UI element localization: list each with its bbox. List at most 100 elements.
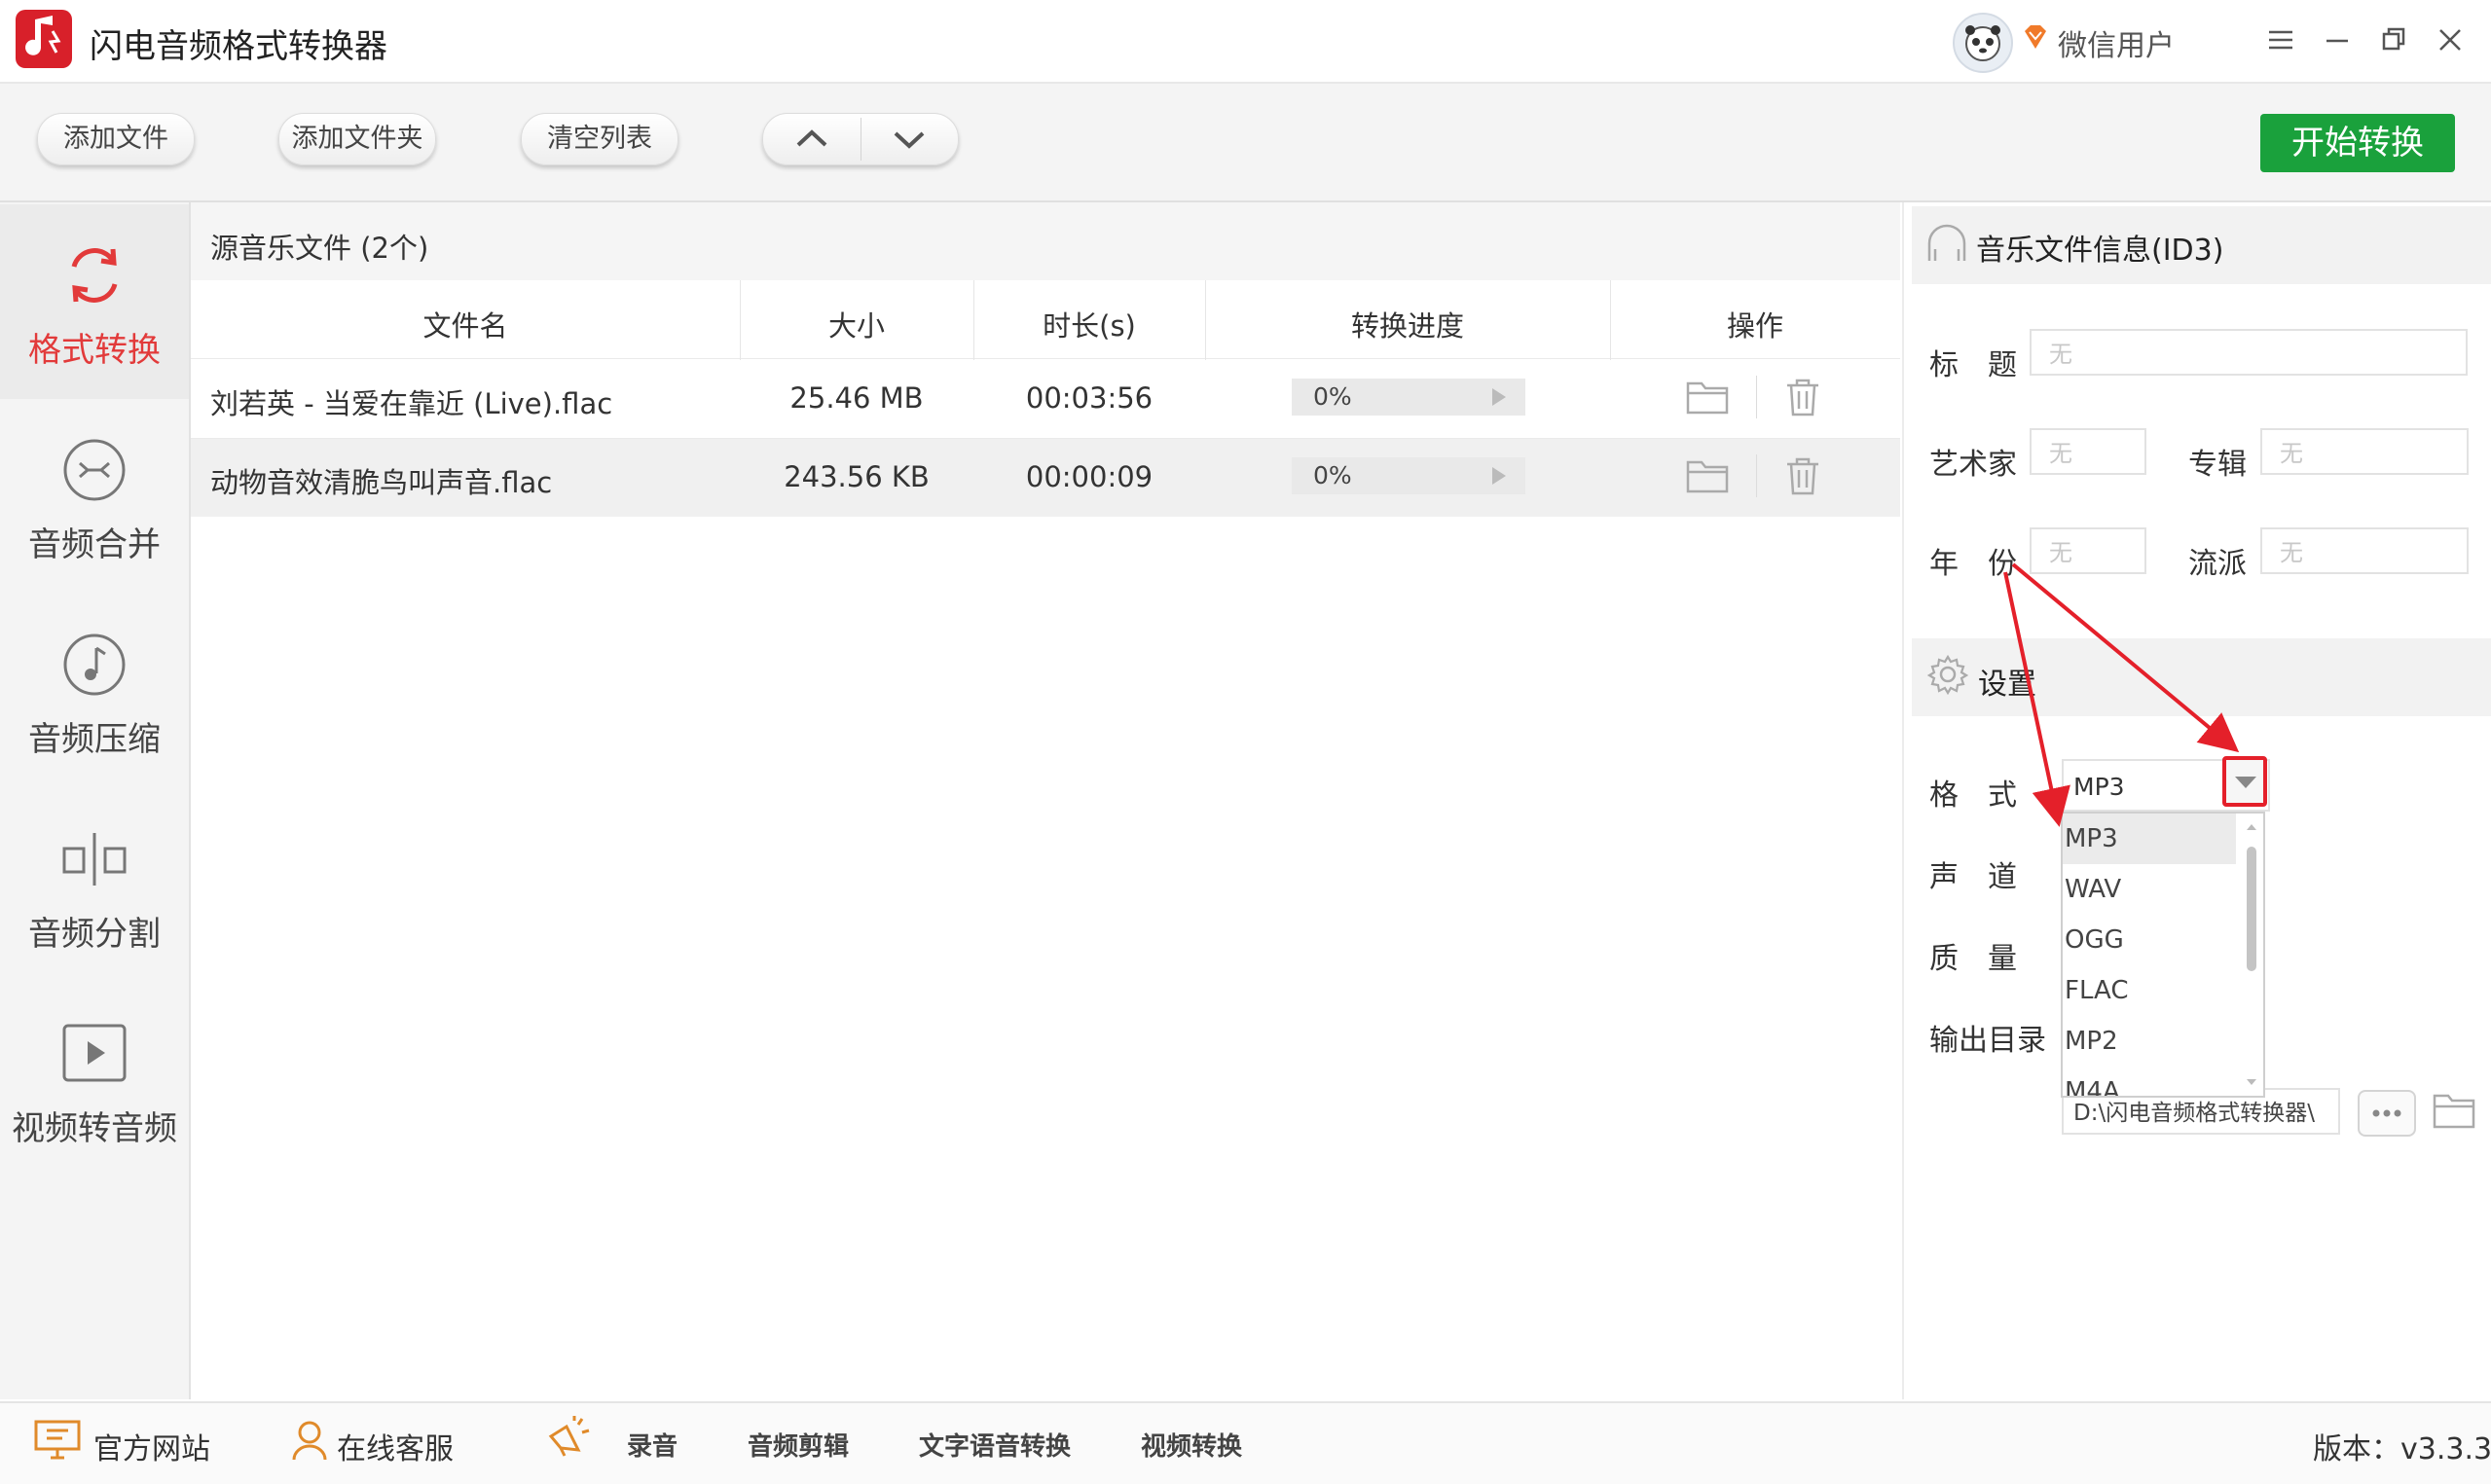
settings-title: 设置 [1978, 668, 2036, 702]
play-icon [62, 1024, 127, 1082]
open-folder-icon[interactable] [1684, 454, 1731, 497]
year-label: 年 份 [1929, 547, 2017, 581]
app-logo-icon [16, 10, 72, 68]
app-title: 闪电音频格式转换器 [90, 27, 387, 66]
column-header-duration[interactable]: 时长(s) [973, 304, 1205, 344]
open-output-folder-icon[interactable] [2431, 1088, 2477, 1133]
format-option[interactable]: MP3 [2063, 814, 2236, 864]
sidebar-item-audio-split[interactable]: 音频分割 [0, 788, 189, 983]
progress-bar: 0% [1292, 457, 1525, 494]
video-convert-link[interactable]: 视频转换 [1141, 1427, 1242, 1463]
tts-link[interactable]: 文字语音转换 [919, 1427, 1071, 1463]
action-divider [1756, 376, 1757, 418]
format-label: 格 式 [1929, 778, 2017, 813]
music-note-icon [63, 633, 126, 696]
id3-title: 音乐文件信息(ID3) [1976, 234, 2224, 268]
open-folder-icon[interactable] [1684, 376, 1731, 418]
file-size: 25.46 MB [789, 381, 924, 415]
column-header-progress[interactable]: 转换进度 [1205, 304, 1610, 344]
minimize-icon[interactable] [2315, 18, 2360, 62]
split-icon [62, 833, 127, 886]
move-buttons [762, 113, 959, 165]
browse-button[interactable] [2358, 1090, 2416, 1137]
format-option[interactable]: FLAC [2063, 965, 2236, 1016]
scroll-down-icon[interactable] [2242, 1072, 2261, 1092]
format-option[interactable]: OGG [2063, 915, 2236, 965]
move-up-button[interactable] [763, 114, 861, 164]
output-dir-label: 输出目录 [1929, 1024, 2046, 1058]
caret-down-icon [2235, 777, 2256, 788]
monitor-icon[interactable] [33, 1419, 82, 1462]
sidebar-item-label: 格式转换 [28, 331, 161, 370]
sidebar-item-audio-merge[interactable]: 音频合并 [0, 399, 189, 594]
file-size: 243.56 KB [784, 460, 930, 493]
file-name: 刘若英 - 当爱在靠近 (Live).flac [210, 387, 613, 420]
official-website-link[interactable]: 官方网站 [93, 1425, 210, 1467]
artist-label: 艺术家 [1929, 448, 2017, 482]
channel-label: 声 道 [1929, 860, 2017, 894]
column-header-actions: 操作 [1726, 309, 1783, 343]
artist-input[interactable]: 无 [2030, 428, 2146, 475]
add-folder-button[interactable]: 添加文件夹 [278, 113, 436, 165]
play-arrow-icon [1492, 467, 1506, 485]
refresh-icon [71, 248, 118, 303]
customer-service-icon[interactable] [288, 1417, 331, 1462]
progress-percent: 0% [1313, 382, 1352, 411]
vip-diamond-icon [2019, 21, 2052, 54]
megaphone-icon[interactable] [545, 1415, 592, 1460]
format-dropdown-arrow[interactable] [2222, 756, 2267, 807]
delete-icon[interactable] [1781, 454, 1824, 497]
format-dropdown-list: MP3 WAV OGG FLAC MP2 M4A [2061, 812, 2265, 1098]
chevron-up-icon [796, 129, 827, 147]
action-divider [1756, 454, 1757, 497]
quality-label: 质 量 [1929, 942, 2017, 976]
version-label: 版本：v3.3.3 [2313, 1432, 2491, 1466]
record-link[interactable]: 录音 [627, 1427, 678, 1463]
dropdown-scrollbar[interactable] [2242, 814, 2261, 1096]
delete-icon[interactable] [1781, 376, 1824, 418]
format-option[interactable]: M4A [2063, 1067, 2236, 1096]
year-input[interactable]: 无 [2030, 527, 2146, 574]
format-select-value: MP3 [2073, 773, 2125, 801]
title-input[interactable]: 无 [2030, 329, 2468, 376]
format-option[interactable]: MP2 [2063, 1016, 2236, 1067]
album-input[interactable]: 无 [2260, 428, 2469, 475]
user-avatar[interactable] [1953, 13, 2013, 73]
gear-icon [1926, 654, 1969, 696]
scrollbar-thumb[interactable] [2247, 847, 2256, 971]
file-list-header [191, 202, 1900, 280]
sidebar-item-label: 音频压缩 [28, 720, 161, 759]
move-down-button[interactable] [861, 114, 958, 164]
progress-bar: 0% [1292, 379, 1525, 416]
add-file-button[interactable]: 添加文件 [37, 113, 195, 165]
menu-icon[interactable] [2258, 18, 2303, 62]
sidebar-item-label: 音频合并 [28, 525, 161, 564]
format-option[interactable]: WAV [2063, 864, 2236, 915]
file-duration: 00:00:09 [1025, 460, 1154, 493]
scroll-up-icon[interactable] [2242, 817, 2261, 837]
merge-icon [63, 439, 126, 501]
chevron-down-icon [894, 131, 925, 149]
more-dots-icon [2372, 1109, 2401, 1117]
restore-icon[interactable] [2371, 18, 2416, 62]
file-name: 动物音效清脆鸟叫声音.flac [210, 466, 553, 499]
file-list-title: 源音乐文件 (2个) [210, 232, 429, 265]
sidebar-item-audio-compress[interactable]: 音频压缩 [0, 594, 189, 788]
sidebar-item-label: 视频转音频 [12, 1109, 177, 1148]
close-icon[interactable] [2428, 18, 2473, 62]
sidebar-item-format-convert[interactable]: 格式转换 [0, 204, 189, 399]
play-arrow-icon [1492, 388, 1506, 406]
user-name[interactable]: 微信用户 [2058, 21, 2175, 64]
sidebar-item-label: 音频分割 [28, 915, 161, 954]
start-convert-button[interactable]: 开始转换 [2260, 114, 2455, 172]
column-header-size[interactable]: 大小 [740, 304, 973, 344]
genre-label: 流派 [2188, 547, 2247, 581]
sidebar-item-video-to-audio[interactable]: 视频转音频 [0, 983, 189, 1177]
online-support-link[interactable]: 在线客服 [337, 1425, 454, 1467]
file-duration: 00:03:56 [1025, 381, 1154, 415]
column-header-name[interactable]: 文件名 [191, 304, 740, 344]
clear-list-button[interactable]: 清空列表 [521, 113, 678, 165]
headphones-icon [1925, 218, 1968, 265]
audio-edit-link[interactable]: 音频剪辑 [748, 1427, 849, 1463]
genre-input[interactable]: 无 [2260, 527, 2469, 574]
